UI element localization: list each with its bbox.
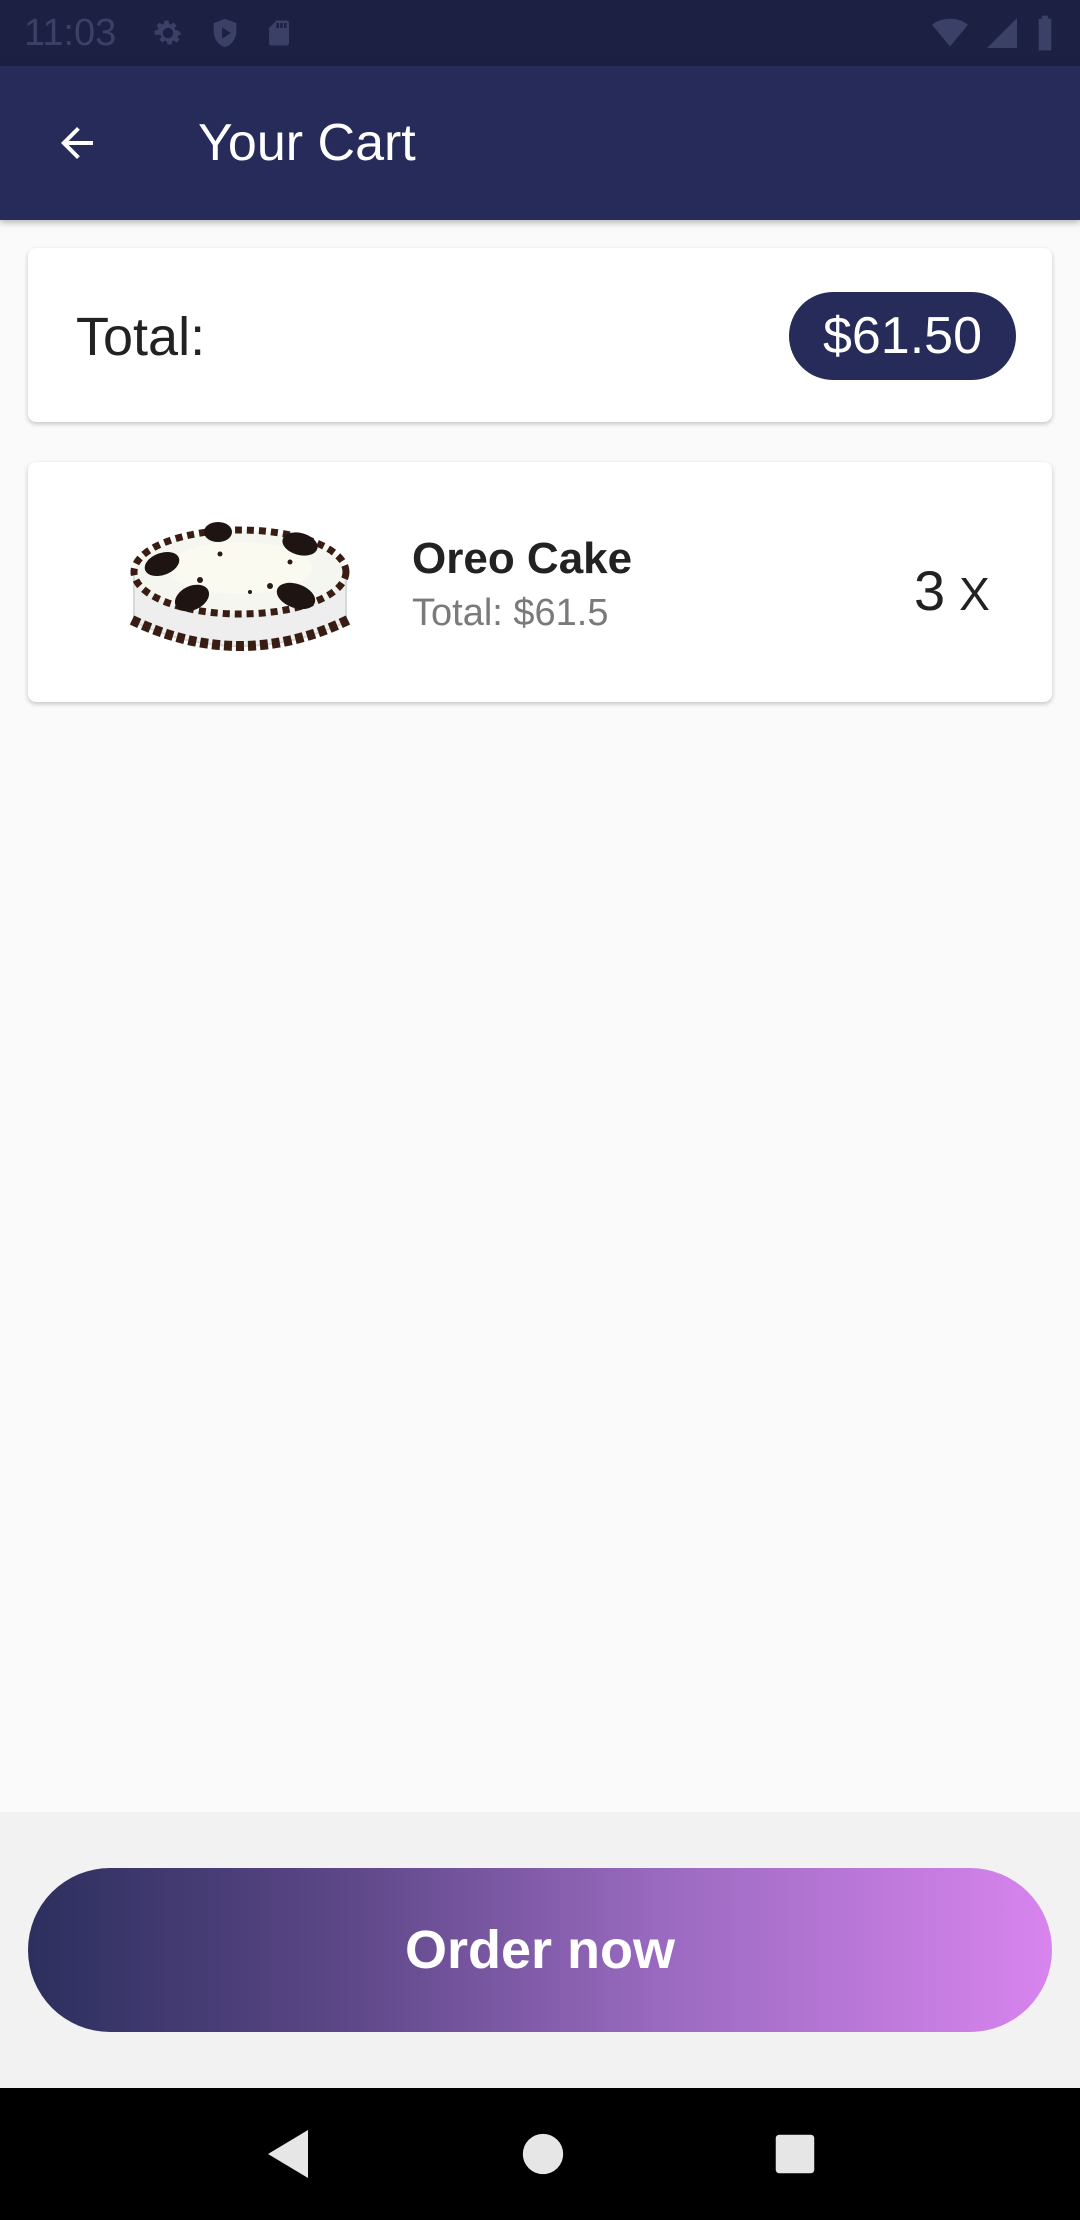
arrow-left-icon <box>61 127 93 159</box>
signal-icon <box>987 18 1017 48</box>
total-amount-badge: $61.50 <box>788 292 1016 380</box>
item-name: Oreo Cake <box>412 534 633 583</box>
order-now-button[interactable]: Order now <box>28 1868 1052 2032</box>
back-triangle-icon[interactable] <box>264 2128 312 2180</box>
item-quantity: 3 X <box>914 558 990 623</box>
oreo-cake-image <box>129 522 351 651</box>
gear-icon <box>154 20 182 45</box>
sd-card-icon <box>269 20 290 46</box>
cart-total-card: Total: $61.50 <box>28 248 1052 422</box>
system-nav-bar <box>0 2088 1080 2220</box>
bottom-action-area: Order now <box>0 1812 1080 2088</box>
status-time: 11:03 <box>24 11 117 54</box>
item-quantity-suffix: X <box>959 568 990 620</box>
back-button[interactable] <box>0 66 154 220</box>
battery-icon <box>1038 15 1052 51</box>
home-circle-icon[interactable] <box>521 2132 565 2176</box>
item-quantity-value: 3 <box>914 559 946 622</box>
app-bar: Your Cart <box>0 66 1080 220</box>
shield-icon <box>213 18 237 48</box>
cart-item[interactable]: Oreo Cake Total: $61.5 3 X <box>28 462 1052 702</box>
total-label: Total: <box>76 307 206 367</box>
page-title: Your Cart <box>198 114 416 172</box>
status-bar: 11:03 <box>0 0 1080 66</box>
recents-square-icon[interactable] <box>774 2133 816 2175</box>
cart-screen: 11:03 Your Cart Total: $61.50 Oreo Cake … <box>0 0 1080 2220</box>
item-total: Total: $61.5 <box>412 592 609 634</box>
wifi-icon <box>932 18 968 47</box>
